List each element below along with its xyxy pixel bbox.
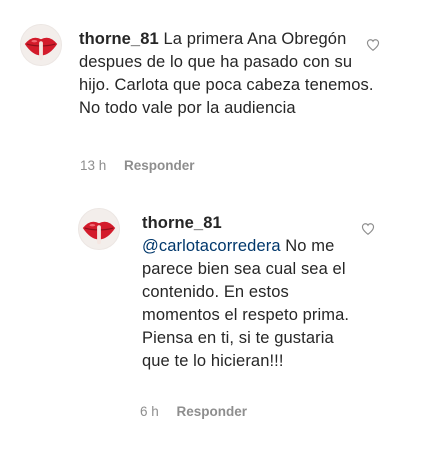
comment-username[interactable]: thorne_81	[79, 30, 159, 48]
lips-avatar-icon	[21, 25, 61, 65]
comment-timestamp[interactable]: 13 h	[80, 158, 106, 173]
reply-comment-item: thorne_81 @carlotacorredera No me parece…	[78, 208, 418, 428]
like-button[interactable]	[366, 38, 380, 52]
comment-item: thorne_81 La primera Ana Obregón despues…	[20, 24, 420, 184]
comment-text: No me parece bien sea cual sea el conten…	[142, 237, 350, 370]
reply-button[interactable]: Responder	[177, 404, 248, 419]
comment-username[interactable]: thorne_81	[142, 214, 222, 232]
avatar[interactable]	[20, 24, 62, 66]
comment-meta: 6 h Responder	[140, 404, 247, 419]
like-button[interactable]	[361, 222, 375, 236]
avatar[interactable]	[78, 208, 120, 250]
comment-timestamp[interactable]: 6 h	[140, 404, 159, 419]
comment-mention[interactable]: @carlotacorredera	[142, 237, 281, 255]
comment-body: thorne_81 @carlotacorredera No me parece…	[142, 212, 364, 373]
heart-outline-icon	[366, 39, 380, 51]
comment-body: thorne_81 La primera Ana Obregón despues…	[79, 28, 379, 120]
comment-meta: 13 h Responder	[80, 158, 195, 173]
reply-button[interactable]: Responder	[124, 158, 195, 173]
lips-avatar-icon	[79, 209, 119, 249]
heart-outline-icon	[361, 223, 375, 235]
